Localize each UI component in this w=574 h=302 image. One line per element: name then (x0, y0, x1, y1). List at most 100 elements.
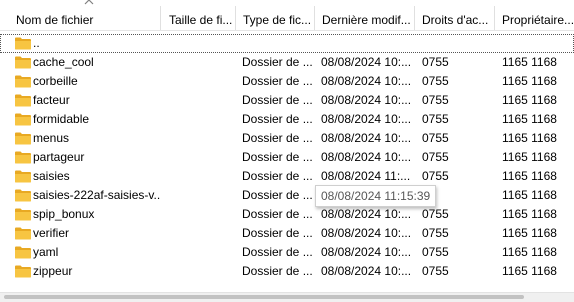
file-name: yaml (33, 245, 59, 259)
column-divider[interactable] (314, 6, 315, 30)
list-item-parent-directory[interactable]: .. (0, 34, 574, 53)
file-permissions: 0755 (422, 74, 449, 88)
column-header-permissions[interactable]: Droits d'ac... (416, 0, 494, 30)
file-type: Dossier de ... (242, 264, 313, 278)
file-owner: 1165 1168 (502, 93, 557, 107)
file-name: facteur (33, 93, 70, 107)
file-permissions: 0755 (422, 55, 449, 69)
file-owner: 1165 1168 (502, 55, 557, 69)
list-item[interactable]: cache_cool Dossier de ... 08/08/2024 10:..… (0, 53, 574, 72)
file-permissions: 0755 (422, 264, 449, 278)
folder-icon (15, 246, 31, 259)
scrollbar-thumb[interactable] (4, 295, 524, 299)
list-item[interactable]: verifier Dossier de ... 08/08/2024 10:... 0… (0, 224, 574, 243)
file-name: verifier (33, 226, 70, 240)
column-header-type[interactable]: Type de fic... (237, 0, 314, 30)
folder-icon (15, 227, 31, 240)
file-permissions: 0755 (422, 226, 449, 240)
folder-icon (15, 208, 31, 221)
list-item[interactable]: corbeille Dossier de ... 08/08/2024 10:...… (0, 72, 574, 91)
column-header-name[interactable]: Nom de fichier (10, 0, 160, 30)
file-modified: 08/08/2024 10:... (321, 131, 412, 145)
column-header-size[interactable]: Taille de fi... (163, 0, 235, 30)
file-name: partageur (33, 150, 85, 164)
list-item[interactable]: facteur Dossier de ... 08/08/2024 10:... 07… (0, 91, 574, 110)
list-item[interactable]: partageur Dossier de ... 08/08/2024 10:...… (0, 148, 574, 167)
file-type: Dossier de ... (242, 169, 313, 183)
file-modified: 08/08/2024 10:... (321, 264, 412, 278)
file-owner: 1165 1168 (502, 264, 557, 278)
column-header-label: Taille de fi... (169, 13, 233, 27)
folder-icon (15, 189, 31, 202)
file-type: Dossier de ... (242, 226, 313, 240)
column-header-label: Type de fic... (243, 13, 312, 27)
column-header-label: Propriétaire... (502, 13, 574, 27)
file-modified: 08/08/2024 11:... (321, 169, 411, 183)
folder-icon (15, 75, 31, 88)
column-divider[interactable] (235, 6, 236, 30)
file-type: Dossier de ... (242, 131, 313, 145)
folder-icon (15, 132, 31, 145)
column-header-owner[interactable]: Propriétaire... (496, 0, 574, 30)
file-type: Dossier de ... (242, 55, 313, 69)
file-name: menus (33, 131, 70, 145)
folder-icon (15, 265, 31, 278)
folder-icon (15, 151, 31, 164)
file-modified: 08/08/2024 10:... (321, 245, 412, 259)
folder-icon (15, 170, 31, 183)
file-name: cache_cool (33, 55, 94, 69)
file-modified: 08/08/2024 10:... (321, 55, 412, 69)
file-modified: 08/08/2024 10:... (321, 226, 412, 240)
file-name: zippeur (33, 264, 73, 278)
list-item[interactable]: menus Dossier de ... 08/08/2024 10:... 0755… (0, 129, 574, 148)
column-divider[interactable] (494, 6, 495, 30)
file-modified: 08/08/2024 10:... (321, 74, 412, 88)
file-name: spip_bonux (33, 207, 95, 221)
file-type: Dossier de ... (242, 74, 313, 88)
file-owner: 1165 1168 (502, 150, 557, 164)
file-name: saisies-222af-saisies-v... (33, 188, 161, 202)
file-permissions: 0755 (422, 93, 449, 107)
column-header-label: Dernière modif... (322, 13, 411, 27)
file-permissions: 0755 (422, 112, 449, 126)
file-owner: 1165 1168 (502, 169, 557, 183)
list-item[interactable]: formidable Dossier de ... 08/08/2024 10:..… (0, 110, 574, 129)
file-owner: 1165 1168 (502, 131, 557, 145)
list-item[interactable]: yaml Dossier de ... 08/08/2024 10:... 0755 1… (0, 243, 574, 262)
modified-date-tooltip: 08/08/2024 11:15:39 (315, 185, 437, 207)
file-permissions: 0755 (422, 245, 449, 259)
folder-icon (15, 113, 31, 126)
column-header-label: Nom de fichier (16, 13, 94, 27)
file-modified: 08/08/2024 10:... (321, 150, 412, 164)
file-type: Dossier de ... (242, 150, 313, 164)
file-owner: 1165 1168 (502, 112, 557, 126)
file-permissions: 0755 (422, 169, 449, 183)
file-modified: 08/08/2024 10:... (321, 207, 412, 221)
column-divider[interactable] (160, 6, 161, 30)
file-type: Dossier de ... (242, 245, 313, 259)
list-item[interactable]: zippeur Dossier de ... 08/08/2024 10:... 07… (0, 262, 574, 281)
file-modified: 08/08/2024 10:... (321, 112, 412, 126)
file-owner: 1165 1168 (502, 207, 557, 221)
tooltip-text: 08/08/2024 11:15:39 (321, 189, 431, 203)
file-name: .. (33, 36, 40, 50)
list-item[interactable]: saisies Dossier de ... 08/08/2024 11:... 07… (0, 167, 574, 186)
file-name: saisies (33, 169, 70, 183)
sort-ascending-icon (84, 0, 94, 5)
list-item[interactable]: spip_bonux Dossier de ... 08/08/2024 10:..… (0, 205, 574, 224)
folder-icon (15, 56, 31, 69)
file-list: .. cache_cool Dossier de ... 08/08/2024 10… (0, 34, 574, 281)
column-divider[interactable] (414, 6, 415, 30)
list-item[interactable]: saisies-222af-saisies-v... Dossier de ...… (0, 186, 574, 205)
column-header-modified[interactable]: Dernière modif... (316, 0, 414, 30)
folder-icon (15, 37, 31, 50)
column-header-label: Droits d'ac... (422, 13, 489, 27)
file-owner: 1165 1168 (502, 188, 557, 202)
folder-icon (15, 94, 31, 107)
file-type: Dossier de ... (242, 188, 313, 202)
file-permissions: 0755 (422, 150, 449, 164)
file-type: Dossier de ... (242, 93, 313, 107)
file-permissions: 0755 (422, 207, 449, 221)
file-owner: 1165 1168 (502, 245, 557, 259)
file-permissions: 0755 (422, 131, 449, 145)
